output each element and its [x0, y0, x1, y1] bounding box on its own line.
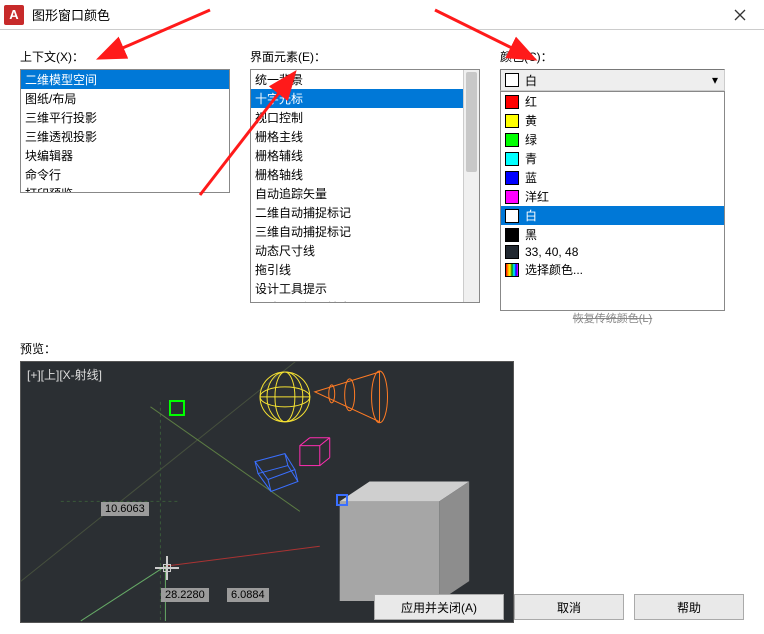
element-item[interactable]: 栅格主线: [251, 127, 479, 146]
color-swatch: [505, 228, 519, 242]
color-option[interactable]: 洋红: [501, 187, 724, 206]
app-icon: A: [4, 5, 24, 25]
element-item[interactable]: 动态尺寸线: [251, 241, 479, 260]
preview-label: 预览：: [20, 340, 764, 357]
blue-snap-marker: [336, 494, 348, 506]
color-option[interactable]: 白: [501, 206, 724, 225]
element-item[interactable]: 栅格轴线: [251, 165, 479, 184]
color-swatch: [505, 152, 519, 166]
color-label: 绿: [525, 131, 537, 148]
readout-c: 6.0884: [227, 588, 269, 602]
preview-viewport: [+][上][X-射线] 10.6063 28.2280 6.0884: [20, 361, 514, 623]
color-dropdown[interactable]: 白: [500, 69, 725, 91]
color-swatch: [505, 190, 519, 204]
color-swatch: [505, 95, 519, 109]
selected-color-swatch: [505, 73, 519, 87]
restore-classic-colors-ghost: 恢复传统颜色(L): [500, 310, 725, 326]
preview-scene: [21, 362, 513, 623]
color-label: 青: [525, 150, 537, 167]
color-label: 红: [525, 93, 537, 110]
help-button[interactable]: 帮助: [634, 594, 744, 620]
close-icon: [734, 9, 746, 21]
readout-a: 10.6063: [101, 502, 149, 516]
element-listbox[interactable]: 统一背景十字光标视口控制栅格主线栅格辅线栅格轴线自动追踪矢量二维自动捕捉标记三维…: [250, 69, 480, 303]
close-button[interactable]: [720, 0, 760, 30]
scrollbar[interactable]: [463, 70, 479, 302]
color-swatch: [505, 114, 519, 128]
element-label: 界面元素(E)：: [250, 48, 480, 65]
viewcube-text: [+][上][X-射线]: [27, 366, 102, 383]
apply-and-close-button[interactable]: 应用并关闭(A): [374, 594, 504, 620]
element-item[interactable]: 栅格辅线: [251, 146, 479, 165]
color-option[interactable]: 选择颜色...: [501, 260, 724, 279]
context-item[interactable]: 二维模型空间: [21, 70, 229, 89]
color-label: 洋红: [525, 188, 549, 205]
title-bar: A 图形窗口颜色: [0, 0, 764, 30]
color-option[interactable]: 蓝: [501, 168, 724, 187]
context-item[interactable]: 命令行: [21, 165, 229, 184]
color-label: 颜色(C)：: [500, 48, 725, 65]
color-label: 黄: [525, 112, 537, 129]
color-label: 蓝: [525, 169, 537, 186]
selected-color-label: 白: [525, 72, 537, 89]
color-option[interactable]: 33, 40, 48: [501, 244, 724, 260]
color-swatch: [505, 171, 519, 185]
element-item[interactable]: 设计工具提示轮廓: [251, 298, 479, 303]
context-item[interactable]: 打印预览: [21, 184, 229, 193]
color-swatch: [505, 133, 519, 147]
context-item[interactable]: 图纸/布局: [21, 89, 229, 108]
color-swatch: [505, 245, 519, 259]
cancel-button[interactable]: 取消: [514, 594, 624, 620]
color-option[interactable]: 青: [501, 149, 724, 168]
color-option[interactable]: 红: [501, 92, 724, 111]
button-row: 应用并关闭(A) 取消 帮助: [374, 594, 744, 620]
element-item[interactable]: 自动追踪矢量: [251, 184, 479, 203]
element-item[interactable]: 统一背景: [251, 70, 479, 89]
element-item[interactable]: 设计工具提示: [251, 279, 479, 298]
color-option[interactable]: 绿: [501, 130, 724, 149]
window-title: 图形窗口颜色: [32, 5, 110, 24]
color-options-list[interactable]: 红黄绿青蓝洋红白黑 33, 40, 48 选择颜色...: [500, 91, 725, 311]
color-swatch: [505, 209, 519, 223]
main-content: 上下文(X)： 二维模型空间图纸/布局三维平行投影三维透视投影块编辑器命令行打印…: [0, 30, 764, 326]
element-item[interactable]: 拖引线: [251, 260, 479, 279]
element-item[interactable]: 视口控制: [251, 108, 479, 127]
color-swatch: [505, 263, 519, 277]
crosshair-cursor: [161, 562, 173, 574]
color-label: 白: [525, 207, 537, 224]
green-snap-marker: [169, 400, 185, 416]
context-label: 上下文(X)：: [20, 48, 230, 65]
color-option[interactable]: 黄: [501, 111, 724, 130]
color-label: 黑: [525, 226, 537, 243]
element-item[interactable]: 二维自动捕捉标记: [251, 203, 479, 222]
context-listbox[interactable]: 二维模型空间图纸/布局三维平行投影三维透视投影块编辑器命令行打印预览: [20, 69, 230, 193]
context-item[interactable]: 块编辑器: [21, 146, 229, 165]
element-item[interactable]: 十字光标: [251, 89, 479, 108]
color-label: 选择颜色...: [525, 261, 583, 278]
color-option[interactable]: 黑: [501, 225, 724, 244]
element-item[interactable]: 三维自动捕捉标记: [251, 222, 479, 241]
color-label: 33, 40, 48: [525, 245, 578, 259]
readout-b: 28.2280: [161, 588, 209, 602]
context-item[interactable]: 三维平行投影: [21, 108, 229, 127]
context-item[interactable]: 三维透视投影: [21, 127, 229, 146]
scrollbar-thumb[interactable]: [466, 72, 477, 172]
